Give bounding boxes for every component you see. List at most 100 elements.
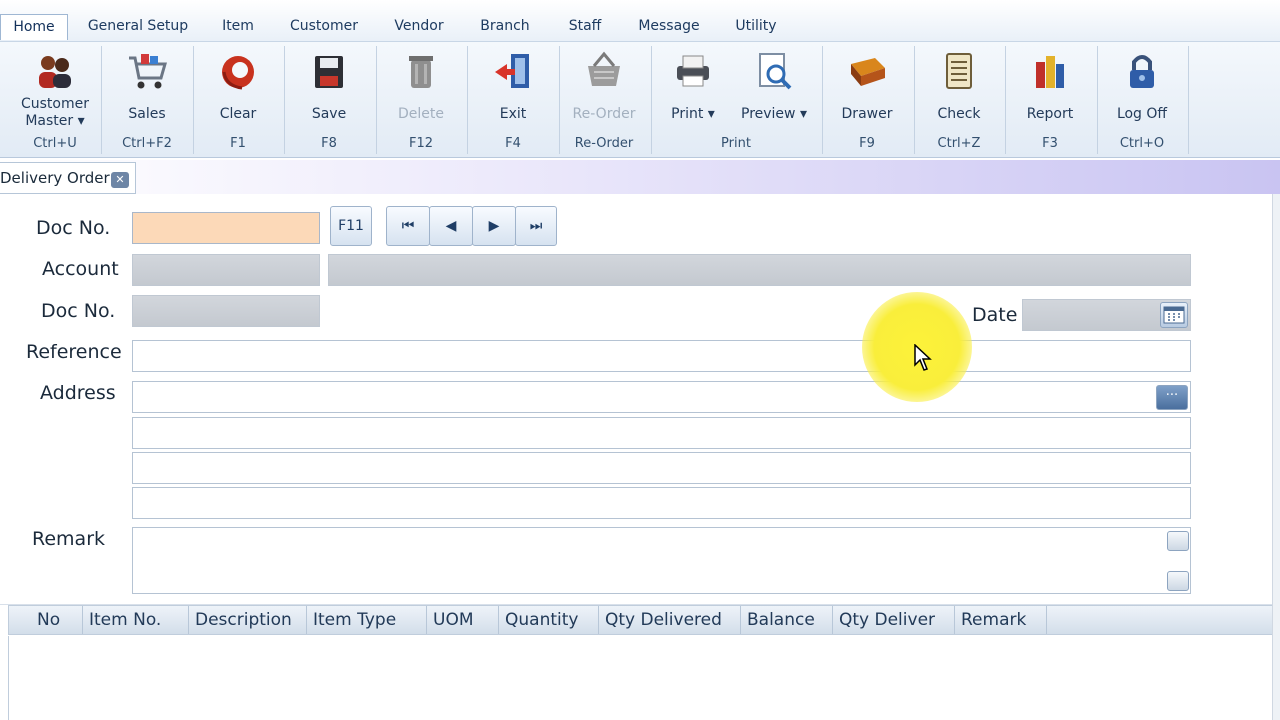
delete-label: Delete: [398, 106, 444, 122]
next-record-button[interactable]: ▶: [472, 206, 516, 246]
reorder-label: Re-Order: [572, 106, 636, 122]
group-label-print: Print: [721, 136, 751, 151]
save-label: Save: [311, 106, 347, 122]
drawer-label: Drawer: [841, 106, 893, 122]
column-header-uom[interactable]: UOM: [427, 606, 499, 634]
address-lookup-button[interactable]: ···: [1156, 385, 1188, 410]
menu-bar: Home General Setup Item Customer Vendor …: [0, 0, 1280, 42]
document-tab-strip: Delivery Order ✕: [0, 160, 1280, 194]
shortcut-exit: F4: [505, 136, 521, 151]
clear-icon: [222, 56, 254, 90]
shortcut-save: F8: [321, 136, 337, 151]
remark-scroll-up[interactable]: [1167, 531, 1189, 551]
tab-general-setup[interactable]: General Setup: [86, 14, 190, 40]
remark-textarea[interactable]: [132, 527, 1191, 594]
delete-button[interactable]: Delete: [376, 44, 466, 130]
first-record-button[interactable]: ⏮: [386, 206, 430, 246]
magnifier-document-icon: [759, 53, 792, 90]
drawer-button[interactable]: Drawer: [822, 44, 912, 130]
account-code-field[interactable]: [132, 254, 320, 286]
exit-door-icon: [495, 54, 529, 88]
calendar-icon: [1163, 306, 1185, 324]
address-line-3-input[interactable]: [132, 452, 1191, 484]
doc-no-2-field[interactable]: [132, 295, 320, 327]
customer-master-label: Customer Master ▾: [20, 96, 89, 129]
shortcut-report: F3: [1042, 136, 1058, 151]
tab-staff[interactable]: Staff: [560, 14, 610, 40]
sales-button[interactable]: Sales: [102, 44, 192, 130]
shortcut-drawer: F9: [859, 136, 875, 151]
column-header-item-no[interactable]: Item No.: [83, 606, 189, 634]
report-label: Report: [1026, 106, 1074, 122]
date-label: Date: [972, 304, 1018, 326]
close-icon[interactable]: ✕: [111, 172, 129, 188]
shortcut-log-off: Ctrl+O: [1119, 136, 1165, 151]
column-header-remark[interactable]: Remark: [955, 606, 1047, 634]
column-header-description[interactable]: Description: [189, 606, 307, 634]
column-header-item-type[interactable]: Item Type: [307, 606, 427, 634]
column-header-balance[interactable]: Balance: [741, 606, 833, 634]
grid-body[interactable]: [8, 636, 1280, 720]
calendar-button[interactable]: [1160, 302, 1188, 328]
shortcut-customer-master: Ctrl+U: [33, 136, 77, 151]
tab-home[interactable]: Home: [0, 14, 68, 40]
customers-icon: [39, 56, 71, 88]
preview-label: Preview ▾: [741, 106, 807, 122]
sales-label: Sales: [128, 106, 166, 122]
tab-delivery-order-label: Delivery Order: [0, 169, 110, 187]
checklist-icon: [946, 53, 972, 89]
f11-lookup-button[interactable]: F11: [330, 206, 372, 246]
report-books-icon: [1036, 56, 1064, 88]
tab-vendor[interactable]: Vendor: [386, 14, 452, 40]
tab-customer[interactable]: Customer: [286, 14, 362, 40]
shopping-cart-icon: [129, 54, 167, 89]
ribbon-toolbar: Customer Master ▾ Sales Clear Save Delet…: [0, 42, 1280, 158]
column-header-no[interactable]: No: [31, 606, 83, 634]
address-line-1-input[interactable]: [132, 381, 1191, 413]
last-record-button[interactable]: ⏭: [515, 206, 557, 246]
column-header-qty-delivered[interactable]: Qty Delivered: [599, 606, 741, 634]
tab-message[interactable]: Message: [632, 14, 706, 40]
reference-input[interactable]: [132, 340, 1191, 372]
cash-drawer-icon: [851, 58, 885, 86]
address-line-4-input[interactable]: [132, 487, 1191, 519]
window-edge: [1272, 194, 1280, 720]
exit-button[interactable]: Exit: [468, 44, 558, 130]
print-button[interactable]: Print ▾: [648, 44, 738, 130]
reorder-button[interactable]: Re-Order: [559, 44, 649, 130]
tab-delivery-order[interactable]: Delivery Order ✕: [0, 162, 136, 194]
tab-branch[interactable]: Branch: [474, 14, 536, 40]
account-label: Account: [42, 258, 119, 280]
customer-master-button[interactable]: Customer Master ▾: [10, 44, 100, 130]
column-header-qty-deliver[interactable]: Qty Deliver: [833, 606, 955, 634]
trash-can-icon: [409, 56, 433, 88]
previous-record-button[interactable]: ◀: [429, 206, 473, 246]
log-off-button[interactable]: Log Off: [1097, 44, 1187, 130]
doc-no-2-label: Doc No.: [41, 300, 116, 322]
mouse-pointer-icon: [914, 344, 932, 371]
shortcut-sales: Ctrl+F2: [122, 136, 172, 151]
tab-utility[interactable]: Utility: [730, 14, 782, 40]
basket-icon: [588, 51, 620, 86]
address-label: Address: [40, 382, 116, 404]
grid-header: No Item No. Description Item Type UOM Qu…: [8, 605, 1280, 635]
save-button[interactable]: Save: [284, 44, 374, 130]
column-header-quantity[interactable]: Quantity: [499, 606, 599, 634]
account-name-field[interactable]: [328, 254, 1191, 286]
clear-button[interactable]: Clear: [193, 44, 283, 130]
print-label: Print ▾: [671, 106, 715, 122]
report-button[interactable]: Report: [1005, 44, 1095, 130]
address-line-2-input[interactable]: [132, 417, 1191, 449]
doc-no-input[interactable]: [132, 212, 320, 244]
remark-scroll-down[interactable]: [1167, 571, 1189, 591]
preview-button[interactable]: Preview ▾: [728, 44, 820, 130]
ribbon-separator: [1188, 46, 1189, 154]
reference-label: Reference: [26, 341, 122, 363]
check-button[interactable]: Check: [914, 44, 1004, 130]
shortcut-check: Ctrl+Z: [937, 136, 981, 151]
doc-no-label: Doc No.: [36, 217, 111, 239]
floppy-disk-icon: [315, 56, 343, 88]
padlock-icon: [1130, 55, 1154, 88]
tab-item[interactable]: Item: [210, 14, 266, 40]
check-label: Check: [937, 106, 981, 122]
